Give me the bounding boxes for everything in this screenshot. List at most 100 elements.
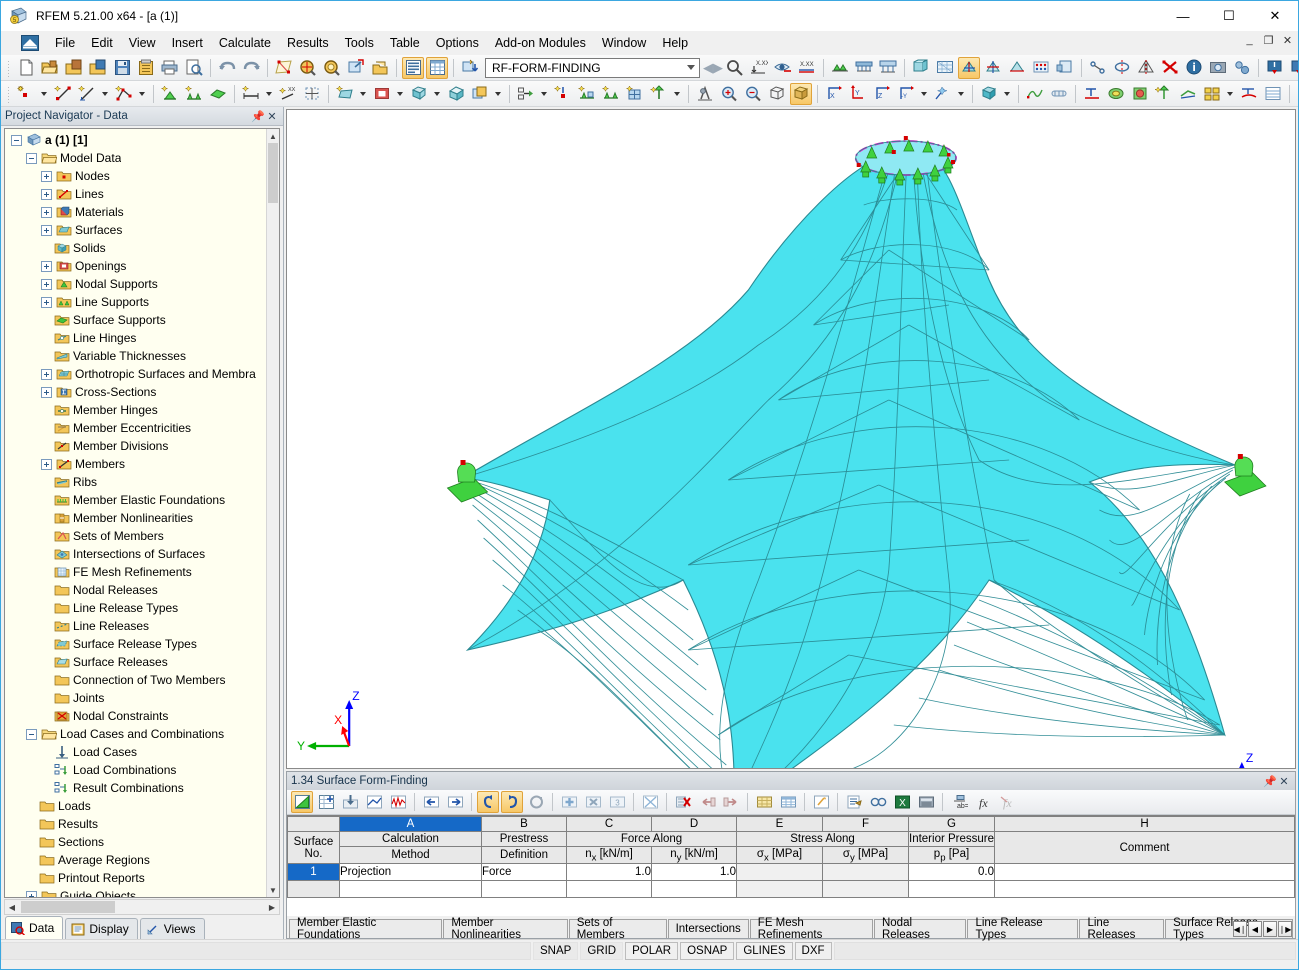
results-member-button[interactable] (1153, 83, 1175, 105)
surface-form-finding-table[interactable]: A B C D E F G H Surface No. (287, 816, 1295, 898)
tree-item-surfaces[interactable]: Surfaces (5, 221, 266, 239)
expand-icon[interactable] (41, 387, 52, 398)
delete-selection-button[interactable] (1159, 57, 1181, 79)
tree-item-surface-releases[interactable]: Surface Releases (5, 653, 266, 671)
maximize-button[interactable]: ☐ (1206, 1, 1252, 31)
scroll-right-icon[interactable]: ▶ (265, 903, 279, 912)
render-mode-button[interactable] (932, 83, 954, 105)
table-tab-member-elastic-foundations[interactable]: Member Elastic Foundations (289, 919, 442, 938)
move-copy-button[interactable] (515, 83, 537, 105)
menu-item-window[interactable]: Window (594, 33, 654, 53)
support-tool-2-button[interactable] (600, 83, 622, 105)
photo-render-button[interactable] (1207, 57, 1229, 79)
surface-axes-alt-button[interactable] (982, 57, 1004, 79)
toolbar-grip[interactable] (6, 85, 12, 103)
table-import-button[interactable] (339, 791, 361, 813)
nodal-support-display-button[interactable] (829, 57, 851, 79)
hscroll-track[interactable] (19, 900, 265, 914)
toolbar-grip[interactable] (6, 59, 12, 77)
results-smooth-button[interactable] (1238, 83, 1260, 105)
table-chart-button[interactable] (363, 791, 385, 813)
tree-item-ribs[interactable]: Ribs (5, 473, 266, 491)
tree-item-surface-release-types[interactable]: Surface Release Types (5, 635, 266, 653)
column-header-d[interactable]: D (652, 817, 737, 832)
expand-icon[interactable] (41, 225, 52, 236)
new-solid-copy-dropdown[interactable] (492, 83, 503, 105)
new-opening-dropdown[interactable] (394, 83, 405, 105)
cell-prestress-definition[interactable]: Force (482, 864, 567, 881)
tree-item-result-combinations[interactable]: Result Combinations (5, 779, 266, 797)
restore-view-button[interactable] (369, 57, 391, 79)
tree-item-average-regions[interactable]: Average Regions (5, 851, 266, 869)
new-solid-object-button[interactable] (445, 83, 467, 105)
new-member-eccentricity-button[interactable]: XX (277, 83, 299, 105)
table-edit-mode-button[interactable] (291, 791, 313, 813)
fe-mesh-display-button[interactable] (934, 57, 956, 79)
tab-last-button[interactable]: ❘▶ (1278, 921, 1292, 937)
cell-calculation-method[interactable]: Projection (340, 864, 482, 881)
load-case-down-2-button[interactable] (1288, 57, 1299, 79)
table-remove-row-button[interactable] (582, 791, 604, 813)
new-surface-support-button[interactable] (207, 83, 229, 105)
zoom-all-button[interactable] (321, 57, 343, 79)
navigator-tab-display[interactable]: Display (65, 918, 137, 939)
printout-report-button[interactable] (1295, 83, 1299, 105)
table-next-column-button[interactable] (444, 791, 466, 813)
expand-icon[interactable] (41, 171, 52, 182)
solid-view-button[interactable] (790, 83, 812, 105)
deformation-button[interactable] (1024, 83, 1046, 105)
table-function-button[interactable]: fx (972, 791, 994, 813)
table-view-button[interactable] (867, 791, 889, 813)
tree-item-openings[interactable]: Openings (5, 257, 266, 275)
expand-icon[interactable] (41, 189, 52, 200)
print-button[interactable] (159, 57, 181, 79)
tree-item-results[interactable]: Results (5, 815, 266, 833)
tree-item-line-hinges[interactable]: Line Hinges (5, 329, 266, 347)
tab-next-button[interactable]: ▶ (1263, 921, 1277, 937)
table-tab-intersections[interactable]: Intersections (668, 919, 749, 938)
label-values-button[interactable]: X.XX (796, 57, 818, 79)
menu-item-options[interactable]: Options (428, 33, 487, 53)
table-tab-fe-mesh-refinements[interactable]: FE Mesh Refinements (750, 919, 873, 938)
status-toggle-glines[interactable]: GLINES (736, 942, 792, 960)
view-dropdown[interactable] (918, 83, 929, 105)
tree-item-sections[interactable]: Sections (5, 833, 266, 851)
open-model-button[interactable] (87, 57, 109, 79)
info-button[interactable] (1183, 57, 1205, 79)
expand-icon[interactable] (41, 279, 52, 290)
new-file-button[interactable] (15, 57, 37, 79)
tree-item-load-cases-and-combinations[interactable]: Load Cases and Combinations (5, 725, 266, 743)
menu-item-edit[interactable]: Edit (83, 33, 121, 53)
previous-module-button[interactable]: ◀ (703, 57, 713, 79)
render-mode-dropdown[interactable] (955, 83, 966, 105)
model-viewport[interactable]: Z X Y Z X Y (286, 109, 1296, 769)
table-export-excel-button[interactable]: X (891, 791, 913, 813)
cell-comment[interactable] (995, 864, 1295, 881)
dimension-down-button[interactable]: X.XX (748, 57, 770, 79)
module-start-button[interactable] (459, 57, 481, 79)
table-tab-nodal-releases[interactable]: Nodal Releases (874, 919, 967, 938)
close-icon[interactable]: ✕ (265, 110, 279, 123)
menu-item-calculate[interactable]: Calculate (211, 33, 279, 53)
navigator-vertical-scrollbar[interactable]: ▲ ▼ (266, 129, 279, 897)
table-tab-member-nonlinearities[interactable]: Member Nonlinearities (443, 919, 567, 938)
tree-item-variable-thicknesses[interactable]: Variable Thicknesses (5, 347, 266, 365)
select-objects-button[interactable] (273, 57, 295, 79)
navigator-horizontal-scrollbar[interactable]: ◀ ▶ (4, 899, 280, 915)
column-header-h[interactable]: H (995, 817, 1295, 832)
table-function-disabled-button[interactable]: fx (996, 791, 1018, 813)
table-insert-row-button[interactable] (315, 791, 337, 813)
new-solid-button[interactable] (408, 83, 430, 105)
redo-button[interactable] (240, 57, 262, 79)
zoom-out-button[interactable] (742, 83, 764, 105)
scroll-down-icon[interactable]: ▼ (267, 883, 279, 897)
menu-item-insert[interactable]: Insert (164, 33, 211, 53)
expand-icon[interactable] (41, 207, 52, 218)
cell-empty[interactable] (340, 881, 482, 898)
tree-item-nodal-releases[interactable]: Nodal Releases (5, 581, 266, 599)
measure-button[interactable] (1087, 57, 1109, 79)
mdi-close-button[interactable]: ✕ (1281, 34, 1294, 47)
column-header-a[interactable]: A (340, 817, 482, 832)
line-support-display-button[interactable] (853, 57, 875, 79)
new-nodal-support-button[interactable] (159, 83, 181, 105)
